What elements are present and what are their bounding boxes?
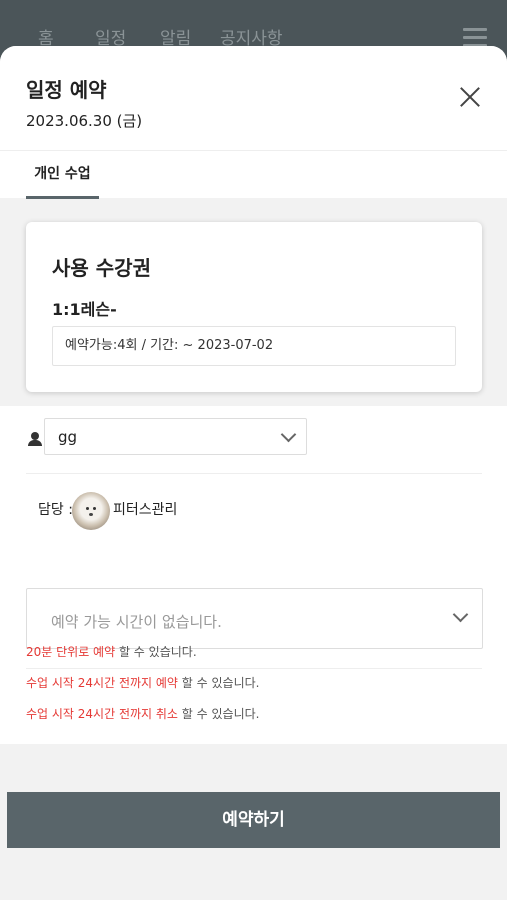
chevron-down-icon bbox=[280, 426, 297, 443]
manager-name: 피터스관리 bbox=[113, 502, 178, 518]
modal-title: 일정 예약 bbox=[26, 78, 107, 102]
manager-label: 담당 : bbox=[38, 502, 73, 518]
note-cancel-deadline: 수업 시작 24시간 전까지 취소 할 수 있습니다. bbox=[26, 707, 260, 721]
reserve-button[interactable]: 예약하기 bbox=[7, 792, 500, 848]
tab-personal-class[interactable]: 개인 수업 bbox=[26, 151, 99, 199]
member-select-value: gg bbox=[58, 428, 78, 446]
note-booking-deadline: 수업 시작 24시간 전까지 예약 할 수 있습니다. bbox=[26, 676, 260, 690]
member-select[interactable]: gg bbox=[44, 418, 307, 455]
tab-bar: 개인 수업 bbox=[0, 150, 507, 199]
note-booking-unit: 20분 단위로 예약 할 수 있습니다. bbox=[26, 645, 197, 659]
ticket-section-title: 사용 수강권 bbox=[52, 256, 151, 280]
reservation-form: gg 담당 : 피터스관리 예약 가능 시간이 없습니다. 20분 단위로 예약… bbox=[0, 406, 507, 744]
time-select-placeholder: 예약 가능 시간이 없습니다. bbox=[51, 613, 222, 631]
ticket-card: 사용 수강권 1:1레슨- 예약가능:4회 / 기간: ~ 2023-07-02 bbox=[26, 222, 482, 392]
ticket-detail[interactable]: 예약가능:4회 / 기간: ~ 2023-07-02 bbox=[52, 326, 456, 366]
user-icon bbox=[28, 432, 42, 446]
reservation-sheet: 일정 예약 2023.06.30 (금) 개인 수업 사용 수강권 1:1레슨-… bbox=[0, 46, 507, 900]
close-icon[interactable] bbox=[457, 84, 483, 110]
chevron-down-icon bbox=[452, 606, 469, 623]
manager-avatar bbox=[72, 492, 110, 530]
ticket-name: 1:1레슨- bbox=[52, 300, 117, 319]
modal-date: 2023.06.30 (금) bbox=[26, 112, 143, 130]
divider bbox=[26, 668, 482, 669]
divider bbox=[26, 473, 482, 474]
time-select[interactable]: 예약 가능 시간이 없습니다. bbox=[26, 588, 483, 649]
